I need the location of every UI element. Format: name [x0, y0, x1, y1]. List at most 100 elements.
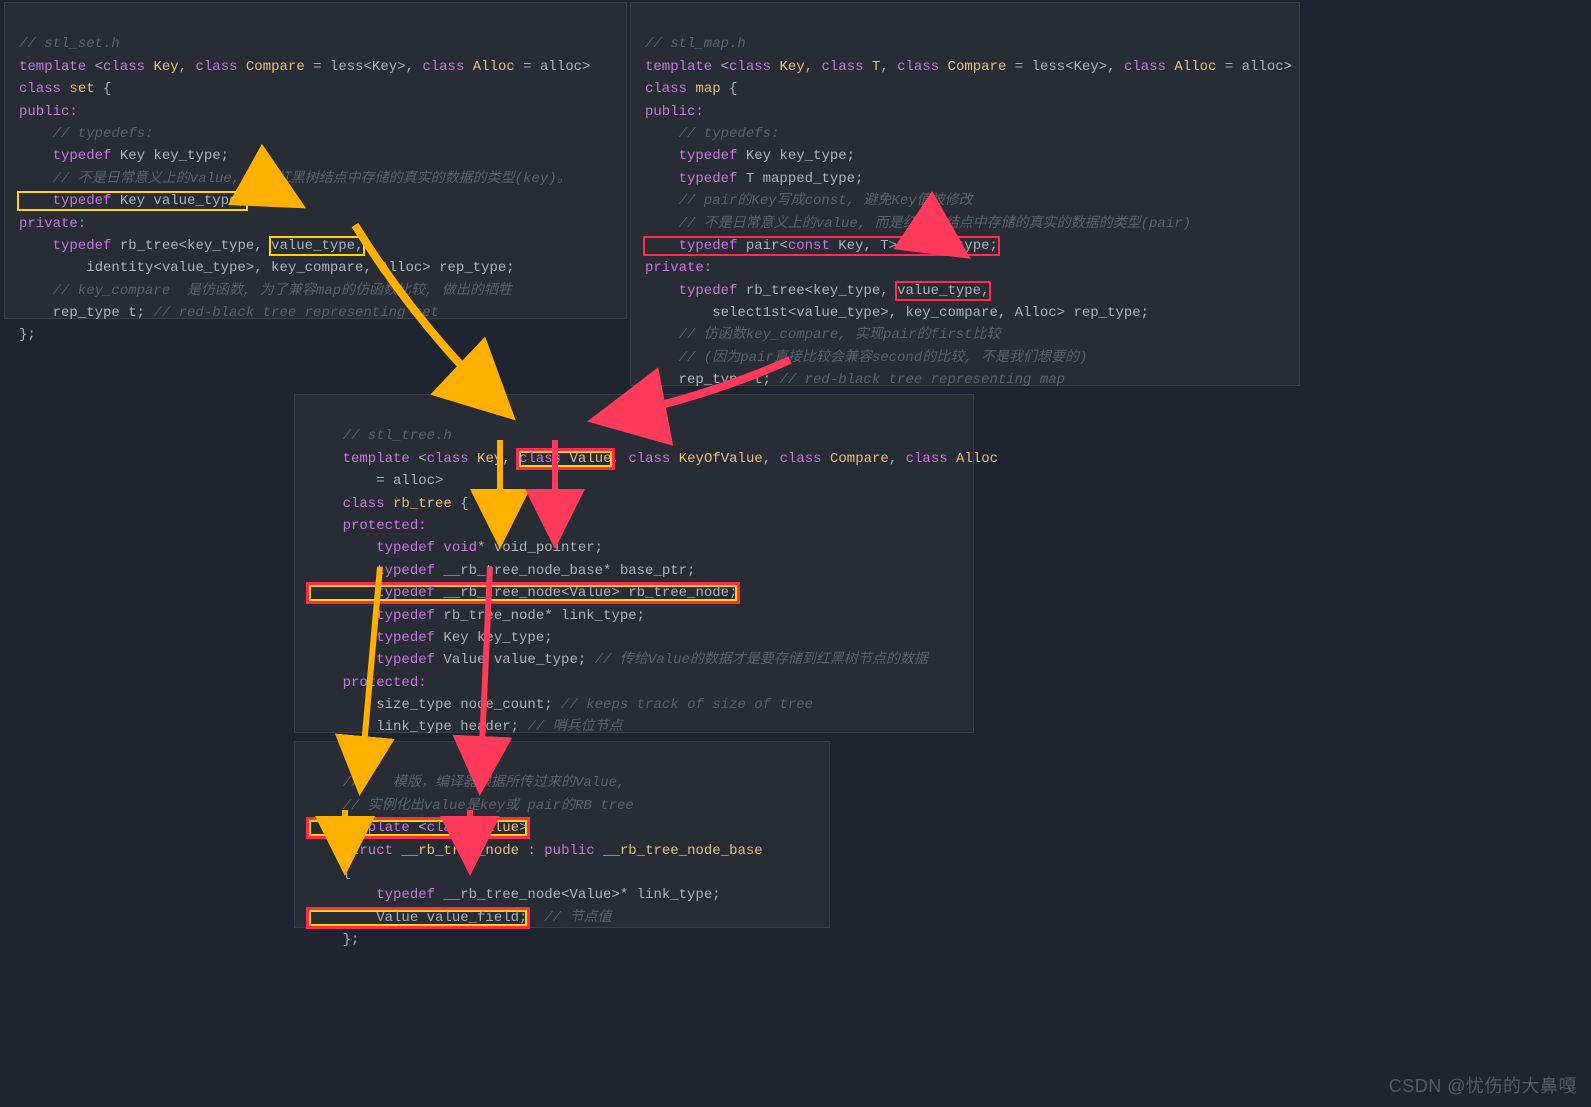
tok: rb_tree_node* link_type;	[443, 608, 645, 624]
tok: * void_pointer;	[477, 540, 603, 556]
watermark: CSDN @忧伤的大鼻嘎	[1389, 1072, 1577, 1101]
kw: class	[906, 451, 956, 467]
kw: template	[645, 59, 721, 75]
tp: Key	[779, 59, 804, 75]
kw: typedef	[309, 887, 443, 903]
tok: ,	[889, 451, 906, 467]
tok: rb_tree<key_type,	[746, 283, 897, 299]
tok: <	[418, 820, 426, 836]
tok: size_type node_count;	[309, 697, 561, 713]
comment: // 哨兵位节点	[527, 719, 622, 735]
kw: typedef	[309, 608, 443, 624]
kw: class	[645, 81, 695, 97]
kw: public	[544, 843, 603, 859]
tok: ,	[880, 59, 897, 75]
comment: // (因为pair直接比较会兼容second的比较, 不是我们想要的)	[645, 350, 1087, 366]
tp: KeyOfValue	[679, 451, 763, 467]
kw: typedef	[309, 585, 443, 601]
tp: rb_tree	[393, 496, 460, 512]
kw: class	[821, 59, 871, 75]
comment: // 不是日常意义上的value, 而是红黑树结点中存储的真实的数据的类型(ke…	[19, 171, 571, 187]
comment: // 传给Value的数据才是要存储到红黑树节点的数据	[595, 652, 928, 668]
highlight-rbtree-node-typedef: typedef __rb_tree_node<Value> rb_tree_no…	[309, 585, 737, 601]
kw: class	[195, 59, 245, 75]
kw: class	[422, 59, 472, 75]
tp: __rb_tree_node_base	[603, 843, 763, 859]
tp: Alloc	[473, 59, 515, 75]
kw: class	[780, 451, 830, 467]
highlight-node-value-field: Value value_field;	[309, 910, 527, 926]
tok: {	[103, 81, 111, 97]
comment: // stl_map.h	[645, 36, 746, 52]
kw: typedef	[19, 193, 120, 209]
kw: private:	[645, 260, 712, 276]
kw: class	[729, 59, 779, 75]
comment: // 节点值	[527, 910, 611, 926]
tp: Compare	[948, 59, 1007, 75]
tok: ,	[763, 451, 780, 467]
highlight-set-value-type: typedef Key value_type;	[19, 193, 246, 209]
tok: <	[95, 59, 103, 75]
tok: __rb_tree_node<Value>* link_type;	[443, 887, 720, 903]
tok: Value value_field;	[309, 910, 527, 926]
kw: typedef	[645, 171, 746, 187]
kw: typedef	[19, 148, 120, 164]
kw: typedef	[309, 652, 443, 668]
tok: Key, T> value_type;	[838, 238, 998, 254]
kw: class	[897, 59, 947, 75]
kw: template	[309, 451, 418, 467]
kw: typedef	[645, 238, 746, 254]
comment: // typedefs:	[645, 126, 779, 142]
comment: // pair的Key写成const, 避免Key值被修改	[645, 193, 973, 209]
comment: // stl_tree.h	[309, 428, 452, 444]
tp: Alloc	[956, 451, 998, 467]
tok: pair<	[746, 238, 788, 254]
kw: public:	[19, 104, 78, 120]
tok: rep_type t;	[19, 305, 153, 321]
comment: // keeps track of size of tree	[561, 697, 813, 713]
tp: Compare	[246, 59, 305, 75]
tok: };	[309, 932, 359, 948]
tok: {	[729, 81, 737, 97]
tp: __rb_tree_node	[401, 843, 519, 859]
comment: // typedefs:	[19, 126, 153, 142]
tok: >	[519, 820, 527, 836]
tok: Key value_type;	[120, 193, 246, 209]
code-panel-rbtree: // stl_tree.h template <class Key, class…	[294, 394, 974, 733]
tok: identity<value_type>, key_compare, Alloc…	[19, 260, 515, 276]
tok: __rb_tree_node_base* base_ptr;	[443, 563, 695, 579]
highlight-set-value-type-use: value_type,	[271, 238, 363, 254]
tp: Key	[477, 451, 502, 467]
kw: class	[628, 451, 678, 467]
tok: :	[519, 843, 544, 859]
code-panel-rbtree-node: // 模版，编译器根据所传过来的Value, // 实例化出value是key或…	[294, 741, 830, 928]
tok: Key key_type;	[443, 630, 552, 646]
tp: Value	[477, 820, 519, 836]
tp: set	[69, 81, 103, 97]
comment: // 实例化出value是key或 pair的RB tree	[309, 798, 634, 814]
tp: Compare	[830, 451, 889, 467]
comment: // red-black tree representing map	[779, 372, 1065, 388]
kw: typedef	[309, 563, 443, 579]
code-panel-map: // stl_map.h template <class Key, class …	[630, 2, 1300, 386]
highlight-rbtree-class-value: class Value	[519, 451, 611, 467]
code-panel-set: // stl_set.h template <class Key, class …	[4, 2, 627, 319]
kw: protected:	[309, 518, 427, 534]
tok: = less<Key>,	[305, 59, 423, 75]
kw: typedef	[309, 630, 443, 646]
tok: <	[721, 59, 729, 75]
kw: template	[19, 59, 95, 75]
tok: ,	[179, 59, 196, 75]
tp: Key	[153, 59, 178, 75]
comment: // 仿函数key_compare, 实现pair的first比较	[645, 327, 1001, 343]
tok: select1st<value_type>, key_compare, Allo…	[645, 305, 1149, 321]
tok: = alloc>	[309, 473, 443, 489]
comment: // stl_set.h	[19, 36, 120, 52]
highlight-map-value-type: typedef pair<const Key, T> value_type;	[645, 238, 998, 254]
kw: void	[443, 540, 477, 556]
comment: // red-black tree representing set	[153, 305, 439, 321]
tok: link_type header;	[309, 719, 527, 735]
kw: public:	[645, 104, 704, 120]
kw: struct	[309, 843, 401, 859]
comment: // 模版，编译器根据所传过来的Value,	[309, 775, 625, 791]
